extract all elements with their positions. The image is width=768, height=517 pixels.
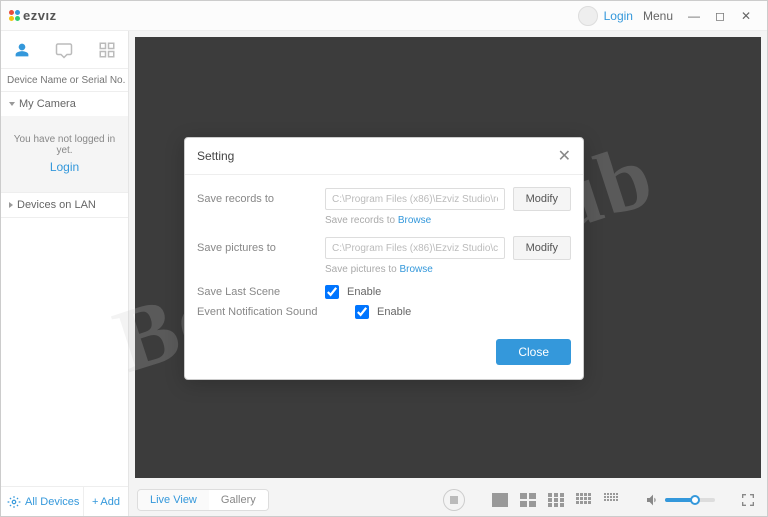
enable-label-1: Enable [347, 286, 381, 298]
save-pictures-label: Save pictures to [197, 242, 317, 254]
row-event-sound: Event Notification Sound Enable [197, 305, 571, 319]
modal-body: Save records to Modify Save records to B… [185, 175, 583, 329]
modal-header: Setting ✕ [185, 138, 583, 175]
enable-label-2: Enable [377, 306, 411, 318]
event-sound-checkbox[interactable] [355, 305, 369, 319]
row-save-records: Save records to Modify [197, 187, 571, 211]
modal-backdrop: Setting ✕ Save records to Modify Save re… [0, 0, 768, 517]
settings-modal: Setting ✕ Save records to Modify Save re… [184, 137, 584, 380]
save-pictures-hint: Save pictures to Browse [197, 264, 571, 275]
save-records-hint: Save records to Browse [197, 215, 571, 226]
close-button[interactable]: Close [496, 339, 571, 365]
modify-records-button[interactable]: Modify [513, 187, 571, 211]
save-last-scene-label: Save Last Scene [197, 286, 317, 298]
save-records-input[interactable] [325, 188, 505, 210]
modal-footer: Close [185, 329, 583, 379]
save-records-label: Save records to [197, 193, 317, 205]
row-save-last-scene: Save Last Scene Enable [197, 285, 571, 299]
modify-pictures-button[interactable]: Modify [513, 236, 571, 260]
save-last-scene-checkbox[interactable] [325, 285, 339, 299]
browse-pictures-link[interactable]: Browse [399, 264, 432, 275]
modal-title: Setting [197, 149, 558, 163]
browse-records-link[interactable]: Browse [398, 215, 431, 226]
event-sound-label: Event Notification Sound [197, 306, 347, 318]
modal-close-button[interactable]: ✕ [558, 146, 571, 166]
save-pictures-input[interactable] [325, 237, 505, 259]
row-save-pictures: Save pictures to Modify [197, 236, 571, 260]
